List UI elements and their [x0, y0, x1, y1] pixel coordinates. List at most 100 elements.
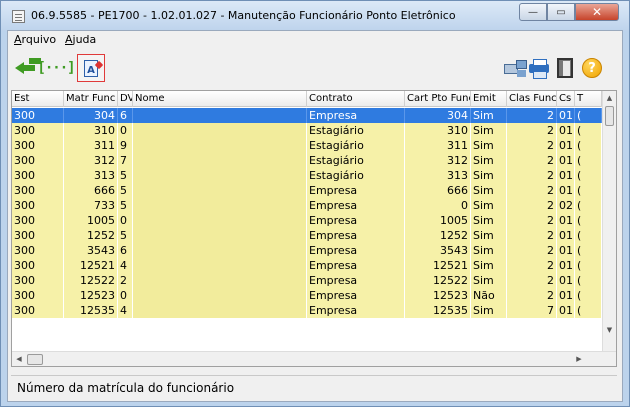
cell-matr[interactable]: 3543 — [64, 243, 118, 258]
table-row[interactable]: 300 3543 6 Empresa 3543 Sim 2 01( — [12, 243, 602, 258]
cell-cs[interactable]: 01 — [557, 303, 575, 318]
cell-matr[interactable]: 312 — [64, 153, 118, 168]
cell-t[interactable]: ( — [575, 108, 602, 123]
cell-clas[interactable]: 2 — [507, 198, 557, 213]
cell-clas[interactable]: 2 — [507, 153, 557, 168]
col-header-nome[interactable]: Nome — [133, 91, 307, 107]
cell-emit[interactable]: Sim — [471, 228, 507, 243]
cell-dv[interactable]: 0 — [118, 123, 133, 138]
cell-contrato[interactable]: Empresa — [307, 183, 405, 198]
cell-cs[interactable]: 01 — [557, 288, 575, 303]
cell-emit[interactable]: Sim — [471, 138, 507, 153]
cell-cart[interactable]: 312 — [405, 153, 471, 168]
cell-t[interactable]: ( — [575, 258, 602, 273]
cell-matr[interactable]: 12521 — [64, 258, 118, 273]
employee-grid[interactable]: Est Matr Func DV Nome Contrato Cart Pto … — [11, 90, 617, 367]
cell-nome[interactable] — [133, 273, 307, 288]
cell-est[interactable]: 300 — [12, 183, 64, 198]
help-button[interactable]: ? — [578, 54, 606, 82]
cell-est[interactable]: 300 — [12, 303, 64, 318]
table-row[interactable]: 300 666 5 Empresa 666 Sim 2 01( — [12, 183, 602, 198]
cell-contrato[interactable]: Estagiário — [307, 168, 405, 183]
cell-contrato[interactable]: Estagiário — [307, 138, 405, 153]
cell-t[interactable]: ( — [575, 138, 602, 153]
col-header-dv[interactable]: DV — [118, 91, 133, 107]
cell-cs[interactable]: 01 — [557, 273, 575, 288]
cell-contrato[interactable]: Empresa — [307, 243, 405, 258]
window-app-icon[interactable] — [12, 10, 25, 23]
cell-t[interactable]: ( — [575, 273, 602, 288]
cell-contrato[interactable]: Empresa — [307, 303, 405, 318]
table-row[interactable]: 300 12522 2 Empresa 12522 Sim 2 01( — [12, 273, 602, 288]
cell-est[interactable]: 300 — [12, 168, 64, 183]
menu-arquivo[interactable]: Arquivo — [14, 33, 56, 46]
cell-t[interactable]: ( — [575, 228, 602, 243]
table-row[interactable]: 300 311 9 Estagiário 311 Sim 2 01( — [12, 138, 602, 153]
vertical-scrollbar[interactable]: ▲ ▼ — [602, 91, 616, 351]
cell-est[interactable]: 300 — [12, 138, 64, 153]
cell-contrato[interactable]: Estagiário — [307, 123, 405, 138]
cell-matr[interactable]: 12523 — [64, 288, 118, 303]
cell-nome[interactable] — [133, 258, 307, 273]
col-header-clas-func[interactable]: Clas Func — [507, 91, 557, 107]
horizontal-scrollbar[interactable]: ◀ ▶ — [12, 351, 616, 366]
table-row[interactable]: 300 313 5 Estagiário 313 Sim 2 01( — [12, 168, 602, 183]
cell-nome[interactable] — [133, 183, 307, 198]
scroll-right-arrow-icon[interactable]: ▶ — [572, 352, 586, 366]
cell-est[interactable]: 300 — [12, 123, 64, 138]
cell-clas[interactable]: 2 — [507, 183, 557, 198]
cell-matr[interactable]: 733 — [64, 198, 118, 213]
cell-dv[interactable]: 2 — [118, 273, 133, 288]
cell-matr[interactable]: 12535 — [64, 303, 118, 318]
cell-dv[interactable]: 6 — [118, 108, 133, 123]
cell-est[interactable]: 300 — [12, 258, 64, 273]
cell-matr[interactable]: 1005 — [64, 213, 118, 228]
cell-t[interactable]: ( — [575, 303, 602, 318]
cell-clas[interactable]: 2 — [507, 243, 557, 258]
cell-est[interactable]: 300 — [12, 273, 64, 288]
maximize-button[interactable]: ▭ — [547, 3, 575, 21]
cell-nome[interactable] — [133, 228, 307, 243]
cell-dv[interactable]: 0 — [118, 288, 133, 303]
cell-nome[interactable] — [133, 198, 307, 213]
back-button[interactable] — [12, 54, 40, 82]
cell-emit[interactable]: Sim — [471, 243, 507, 258]
cell-est[interactable]: 300 — [12, 213, 64, 228]
table-row[interactable]: 300 312 7 Estagiário 312 Sim 2 01( — [12, 153, 602, 168]
cell-contrato[interactable]: Estagiário — [307, 153, 405, 168]
cell-matr[interactable]: 310 — [64, 123, 118, 138]
minimize-button[interactable]: — — [519, 3, 547, 21]
cell-matr[interactable]: 12522 — [64, 273, 118, 288]
col-header-cs[interactable]: Cs — [557, 91, 575, 107]
cell-matr[interactable]: 313 — [64, 168, 118, 183]
cell-emit[interactable]: Sim — [471, 303, 507, 318]
cell-dv[interactable]: 6 — [118, 243, 133, 258]
cell-cs[interactable]: 01 — [557, 258, 575, 273]
lookup-button[interactable]: [···] — [37, 54, 75, 82]
cell-nome[interactable] — [133, 213, 307, 228]
cell-clas[interactable]: 2 — [507, 138, 557, 153]
cell-emit[interactable]: Sim — [471, 153, 507, 168]
cell-clas[interactable]: 2 — [507, 108, 557, 123]
cell-est[interactable]: 300 — [12, 288, 64, 303]
cell-cart[interactable]: 304 — [405, 108, 471, 123]
cell-nome[interactable] — [133, 138, 307, 153]
cell-t[interactable]: ( — [575, 213, 602, 228]
cell-contrato[interactable]: Empresa — [307, 288, 405, 303]
cell-clas[interactable]: 2 — [507, 228, 557, 243]
cell-emit[interactable]: Sim — [471, 108, 507, 123]
cell-emit[interactable]: Sim — [471, 123, 507, 138]
col-header-matr-func[interactable]: Matr Func — [64, 91, 118, 107]
cell-dv[interactable]: 5 — [118, 228, 133, 243]
cell-est[interactable]: 300 — [12, 228, 64, 243]
cell-clas[interactable]: 2 — [507, 273, 557, 288]
cell-clas[interactable]: 2 — [507, 213, 557, 228]
menu-ajuda[interactable]: Ajuda — [65, 33, 96, 46]
cell-matr[interactable]: 1252 — [64, 228, 118, 243]
cell-clas[interactable]: 2 — [507, 258, 557, 273]
cell-cart[interactable]: 0 — [405, 198, 471, 213]
cell-est[interactable]: 300 — [12, 243, 64, 258]
table-row[interactable]: 300 12523 0 Empresa 12523 Não 2 01( — [12, 288, 602, 303]
cell-dv[interactable]: 7 — [118, 153, 133, 168]
cell-cs[interactable]: 01 — [557, 153, 575, 168]
